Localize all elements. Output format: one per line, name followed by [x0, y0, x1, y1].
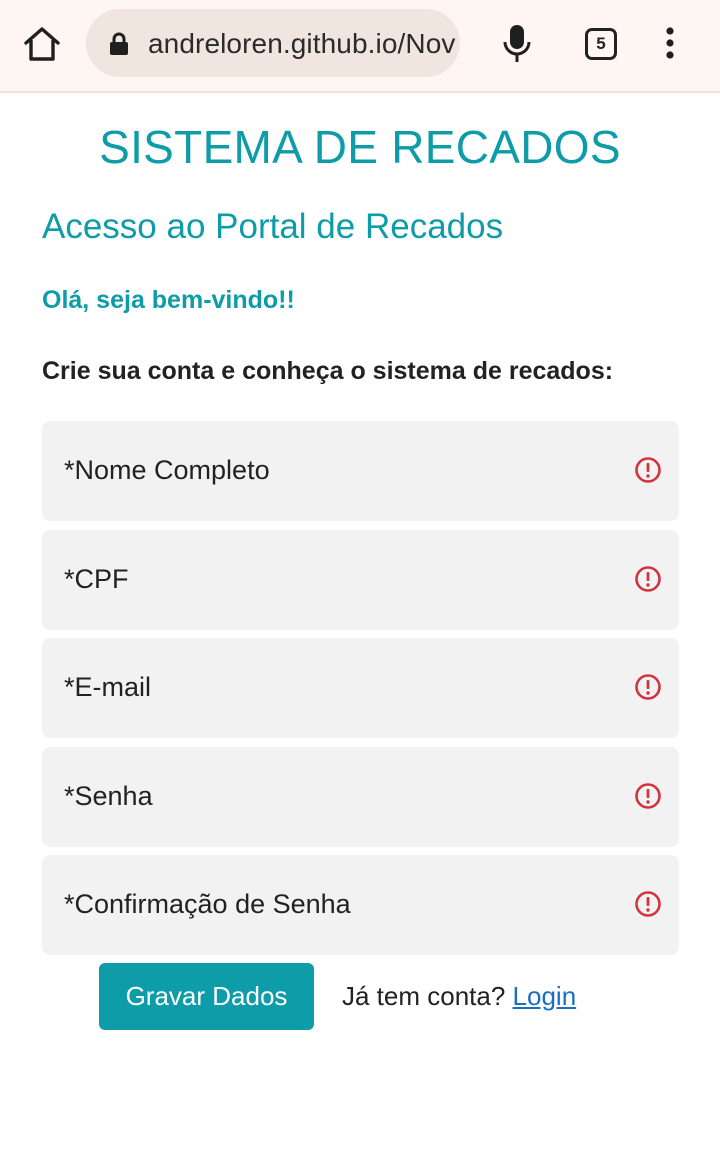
alert-circle-icon [634, 565, 662, 593]
cpf-field[interactable]: *CPF [42, 530, 679, 630]
login-prompt: Já tem conta? Login [342, 981, 576, 1012]
page-title: SISTEMA DE RECADOS [99, 121, 621, 173]
lock-icon [108, 32, 130, 56]
welcome-message: Olá, seja bem-vindo!! [42, 286, 295, 314]
email-placeholder: *E-mail [64, 672, 152, 702]
password-placeholder: *Senha [64, 781, 153, 811]
full-name-field[interactable]: *Nome Completo [42, 421, 679, 521]
tab-switcher-button[interactable]: 5 [585, 28, 617, 60]
password-confirm-placeholder: *Confirmação de Senha [64, 889, 351, 919]
full-name-placeholder: *Nome Completo [64, 455, 270, 485]
page-subtitle: Acesso ao Portal de Recados [42, 207, 504, 246]
more-menu-icon[interactable] [660, 24, 680, 64]
instruction-text: Crie sua conta e conheça o sistema de re… [42, 357, 614, 385]
url-text: andreloren.github.io/Nov [148, 28, 456, 59]
home-icon[interactable] [22, 24, 62, 64]
microphone-icon[interactable] [500, 22, 534, 64]
login-prompt-text: Já tem conta? [342, 981, 506, 1011]
alert-circle-icon [634, 456, 662, 484]
cpf-placeholder: *CPF [64, 564, 129, 594]
password-field[interactable]: *Senha [42, 747, 679, 847]
login-link[interactable]: Login [513, 981, 577, 1011]
email-field[interactable]: *E-mail [42, 638, 679, 738]
address-bar[interactable]: andreloren.github.io/Nov [86, 9, 460, 77]
alert-circle-icon [634, 890, 662, 918]
password-confirm-field[interactable]: *Confirmação de Senha [42, 855, 679, 955]
alert-circle-icon [634, 782, 662, 810]
save-data-button[interactable]: Gravar Dados [99, 963, 314, 1030]
alert-circle-icon [634, 673, 662, 701]
browser-toolbar: andreloren.github.io/Nov 5 [0, 0, 720, 93]
tab-count: 5 [596, 34, 606, 53]
